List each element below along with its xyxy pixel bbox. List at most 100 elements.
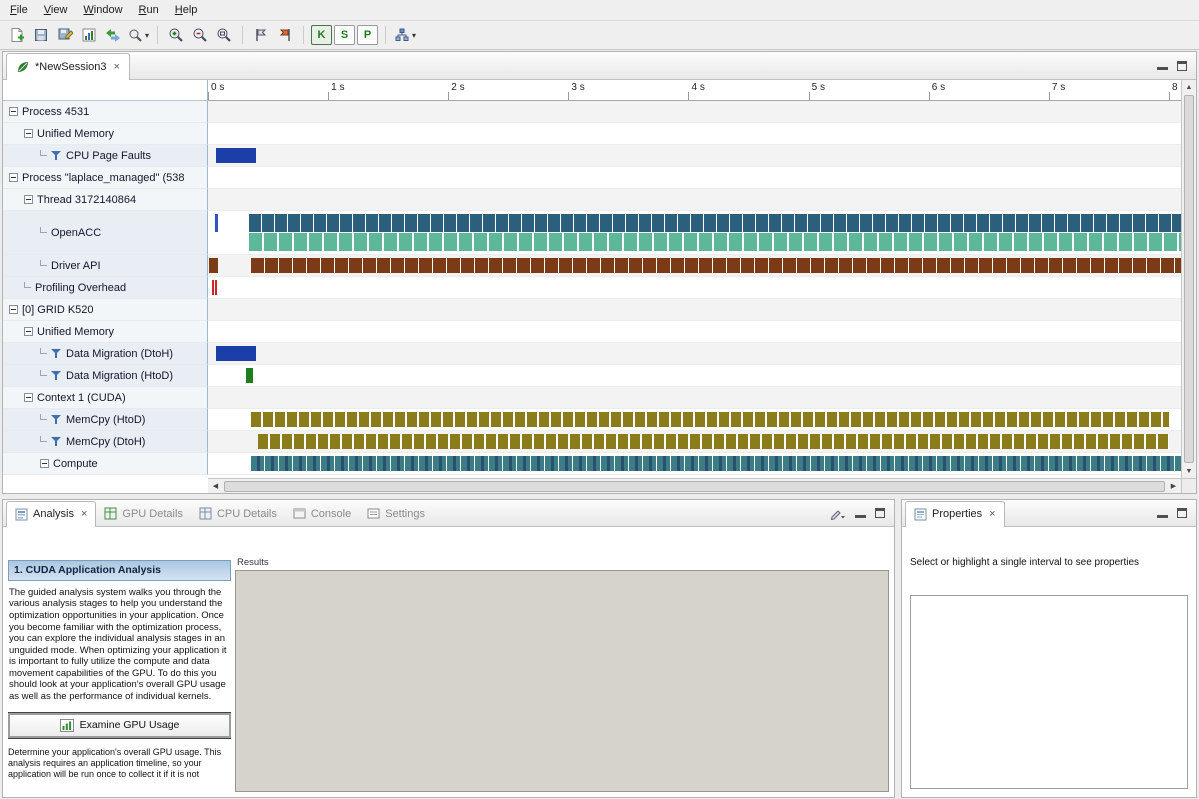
timeline-row-label[interactable]: Unified Memory	[3, 123, 208, 145]
timeline-interval-bar[interactable]	[251, 258, 1181, 273]
tab-console[interactable]: Console	[285, 501, 359, 527]
filter-icon[interactable]	[51, 436, 62, 447]
save-as-icon[interactable]	[53, 23, 77, 47]
import-export-icon[interactable]	[101, 23, 125, 47]
timeline-row-label[interactable]: Driver API	[3, 255, 208, 277]
timeline-row-label[interactable]: Compute	[3, 453, 208, 475]
timeline-row-track[interactable]	[208, 365, 1181, 387]
tab-settings[interactable]: Settings	[359, 501, 433, 527]
timeline-row-label[interactable]: [0] GRID K520	[3, 299, 208, 321]
scroll-left-icon[interactable]: ◀	[208, 479, 223, 493]
collapse-icon[interactable]	[9, 107, 18, 116]
timeline-row-track[interactable]	[208, 387, 1181, 409]
search-settings-icon[interactable]: ▾	[125, 23, 151, 47]
minimize-icon[interactable]	[855, 509, 866, 518]
view-menu-icon[interactable]	[830, 507, 846, 520]
save-icon[interactable]	[29, 23, 53, 47]
examine-gpu-usage-button[interactable]: Examine GPU Usage	[8, 713, 231, 738]
minimize-icon[interactable]	[1157, 509, 1168, 518]
scroll-up-icon[interactable]: ▲	[1182, 80, 1196, 94]
vertical-scrollbar[interactable]: ▲ ▼	[1181, 80, 1196, 478]
zoom-fit-icon[interactable]	[212, 23, 236, 47]
menu-run[interactable]: Run	[131, 1, 167, 19]
timeline-row-label[interactable]: Profiling Overhead	[3, 277, 208, 299]
filter-icon[interactable]	[51, 370, 62, 381]
timeline-interval-bar[interactable]	[249, 214, 1181, 232]
collapse-icon[interactable]	[9, 305, 18, 314]
zoom-in-icon[interactable]	[164, 23, 188, 47]
filter-icon[interactable]	[51, 150, 62, 161]
timeline-interval-bar[interactable]	[246, 368, 253, 383]
maximize-icon[interactable]	[1177, 508, 1187, 518]
zoom-out-icon[interactable]	[188, 23, 212, 47]
timeline-row-track[interactable]	[208, 409, 1181, 431]
timeline-row-label[interactable]: Context 1 (CUDA)	[3, 387, 208, 409]
timeline-interval-bar[interactable]	[216, 346, 256, 361]
timeline-row-label[interactable]: Unified Memory	[3, 321, 208, 343]
timeline-interval-bar[interactable]	[251, 456, 1181, 471]
scroll-right-icon[interactable]: ▶	[1166, 479, 1181, 493]
timeline-interval-bar[interactable]	[249, 233, 1181, 251]
profile-application-icon[interactable]	[77, 23, 101, 47]
timeline-interval-bar[interactable]	[212, 280, 214, 295]
timeline-interval-bar[interactable]	[216, 148, 256, 163]
timeline-row-track[interactable]	[208, 343, 1181, 365]
session-tab[interactable]: *NewSession3 ×	[6, 53, 130, 80]
minimize-icon[interactable]	[1157, 61, 1168, 70]
timeline-interval-bar[interactable]	[215, 214, 218, 232]
stream-toggle-button[interactable]: S	[334, 25, 355, 45]
menu-view[interactable]: View	[36, 1, 76, 19]
timeline-row-label[interactable]: MemCpy (HtoD)	[3, 409, 208, 431]
timeline-row-track[interactable]	[208, 299, 1181, 321]
timeline-row-track[interactable]	[208, 101, 1181, 123]
timeline-ruler[interactable]: 0 s1 s2 s3 s4 s5 s6 s7 s8	[208, 80, 1181, 101]
new-session-icon[interactable]	[5, 23, 29, 47]
timeline-row-label[interactable]: Process 4531	[3, 101, 208, 123]
timeline-interval-bar[interactable]	[209, 258, 218, 273]
timeline-interval-bar[interactable]	[215, 280, 217, 295]
timeline-row-track[interactable]	[208, 321, 1181, 343]
next-marker-icon[interactable]	[249, 23, 273, 47]
collapse-icon[interactable]	[24, 195, 33, 204]
timeline-row-track[interactable]	[208, 453, 1181, 475]
close-icon[interactable]: ×	[81, 508, 87, 520]
maximize-icon[interactable]	[1177, 61, 1187, 71]
vertical-scroll-thumb[interactable]	[1184, 95, 1194, 463]
tab-properties[interactable]: Properties ×	[905, 501, 1005, 527]
timeline-row-label[interactable]: OpenACC	[3, 211, 208, 255]
scroll-down-icon[interactable]: ▼	[1182, 464, 1196, 478]
collapse-icon[interactable]	[40, 459, 49, 468]
timeline-row-track[interactable]	[208, 255, 1181, 277]
dropdown-caret-icon[interactable]: ▾	[412, 31, 416, 40]
timeline-row-track[interactable]	[208, 431, 1181, 453]
menu-window[interactable]: Window	[75, 1, 130, 19]
close-icon[interactable]: ×	[989, 508, 995, 520]
timeline-interval-bar[interactable]	[258, 434, 1169, 449]
timeline-row-track[interactable]	[208, 211, 1181, 255]
timeline-row-label[interactable]: Process "laplace_managed" (538	[3, 167, 208, 189]
timeline-row-track[interactable]	[208, 277, 1181, 299]
timeline-row-track[interactable]	[208, 167, 1181, 189]
timeline-row-label[interactable]: Thread 3172140864	[3, 189, 208, 211]
analysis-wizard-icon[interactable]: ▾	[392, 23, 418, 47]
process-toggle-button[interactable]: P	[357, 25, 378, 45]
maximize-icon[interactable]	[875, 508, 885, 518]
tab-analysis[interactable]: Analysis ×	[6, 501, 96, 527]
collapse-icon[interactable]	[9, 173, 18, 182]
prev-marker-icon[interactable]	[273, 23, 297, 47]
timeline-row-track[interactable]	[208, 123, 1181, 145]
dropdown-caret-icon[interactable]: ▾	[145, 31, 149, 40]
collapse-icon[interactable]	[24, 393, 33, 402]
tab-cpu-details[interactable]: CPU Details	[191, 501, 285, 527]
kernel-toggle-button[interactable]: K	[311, 25, 332, 45]
horizontal-scrollbar[interactable]: ◀ ▶	[208, 478, 1181, 493]
menu-file[interactable]: File	[2, 1, 36, 19]
timeline-row-track[interactable]	[208, 189, 1181, 211]
horizontal-scroll-thumb[interactable]	[224, 481, 1165, 492]
close-icon[interactable]: ×	[114, 61, 120, 73]
analysis-stage-header[interactable]: 1. CUDA Application Analysis	[8, 560, 231, 581]
timeline-row-label[interactable]: MemCpy (DtoH)	[3, 431, 208, 453]
timeline-row-label[interactable]: Data Migration (HtoD)	[3, 365, 208, 387]
filter-icon[interactable]	[51, 348, 62, 359]
menu-help[interactable]: Help	[167, 1, 206, 19]
